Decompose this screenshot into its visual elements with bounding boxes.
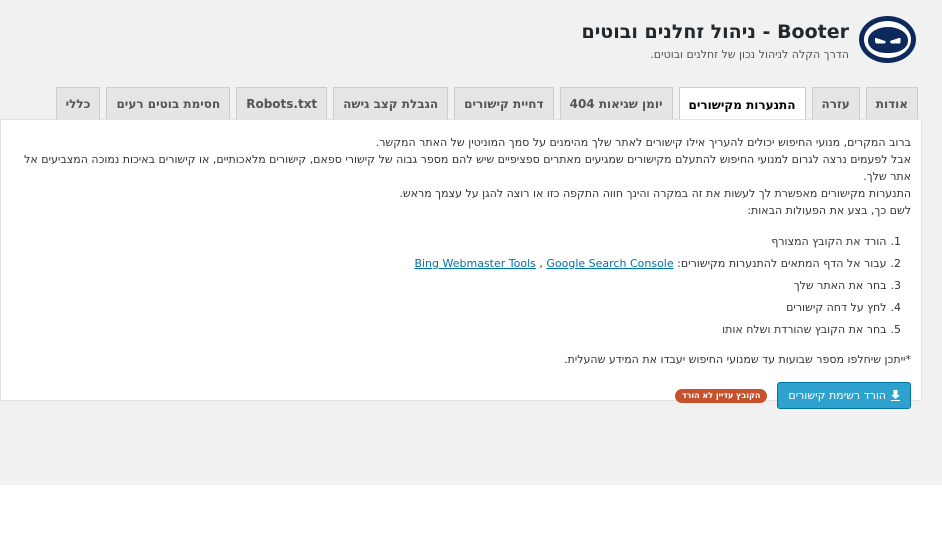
bing-webmaster-link[interactable]: Bing Webmaster Tools	[414, 257, 535, 270]
disavow-panel: ברוב המקרים, מנועי החיפוש יכולים להעריך …	[0, 119, 922, 409]
tab-bar: כללי חסימת בוטים רעים Robots.txt הגבלת ק…	[55, 87, 918, 121]
download-links-button[interactable]: הורד רשימת קישורים	[777, 382, 911, 409]
tab-reject-links[interactable]: דחיית קישורים	[454, 87, 554, 120]
list-item: 1.הורד את הקובץ המצורף	[11, 231, 901, 253]
step-number: 5.	[890, 323, 902, 336]
download-icon	[891, 390, 900, 401]
step-number: 2.	[890, 257, 902, 270]
step-number: 4.	[890, 301, 902, 314]
steps-list: 1.הורד את הקובץ המצורף 2.עבור אל הדף המת…	[11, 231, 911, 341]
list-item: 3.בחר את האתר שלך	[11, 275, 901, 297]
intro-line: ברוב המקרים, מנועי החיפוש יכולים להעריך …	[375, 136, 911, 149]
intro-text: ברוב המקרים, מנועי החיפוש יכולים להעריך …	[11, 134, 911, 219]
step-text: לחץ על דחה קישורים	[786, 301, 887, 314]
step-text: בחר את הקובץ שהורדת ושלח אותו	[722, 323, 887, 336]
page-title: Booter - ניהול זחלנים ובוטים	[581, 21, 849, 43]
list-item: 4.לחץ על דחה קישורים	[11, 297, 901, 319]
tab-block-bad-bots[interactable]: חסימת בוטים רעים	[106, 87, 231, 120]
step-number: 1.	[890, 235, 902, 248]
status-badge: הקובץ עדיין לא הורד	[674, 388, 768, 403]
tab-404-log[interactable]: יומן שגיאות 404	[559, 87, 673, 120]
intro-line: התנערות מקישורים מאפשרת לך לעשות את זה ב…	[399, 187, 911, 200]
tab-rate-limit[interactable]: הגבלת קצב גישה	[333, 87, 449, 120]
download-button-label: הורד רשימת קישורים	[788, 389, 886, 402]
tab-about[interactable]: אודות	[865, 87, 918, 120]
page-subtitle: הדרך הקלה לניהול נכון של זחלנים ובוטים.	[650, 48, 849, 61]
step-text: הורד את הקובץ המצורף	[771, 235, 887, 248]
tab-general[interactable]: כללי	[55, 87, 101, 120]
list-item: 2.עבור אל הדף המתאים להתנערות מקישורים: …	[11, 253, 901, 275]
tab-robots-txt[interactable]: Robots.txt	[236, 87, 328, 120]
link-separator: ,	[539, 257, 543, 270]
step-text: עבור אל הדף המתאים להתנערות מקישורים:	[677, 257, 887, 270]
step-number: 3.	[890, 279, 902, 292]
list-item: 5.בחר את הקובץ שהורדת ושלח אותו	[11, 319, 901, 341]
google-search-console-link[interactable]: Google Search Console	[546, 257, 673, 270]
title-block: Booter - ניהול זחלנים ובוטים הדרך הקלה ל…	[581, 16, 849, 61]
tab-disavow-links[interactable]: התנערות מקישורים	[678, 87, 806, 121]
page-header: Booter - ניהול זחלנים ובוטים הדרך הקלה ל…	[581, 16, 916, 63]
booter-logo-icon	[859, 16, 916, 63]
note-text: *ייתכן שיחלפו מספר שבועות עד שמנועי החיפ…	[564, 353, 911, 366]
actions-row: הורד רשימת קישורים הקובץ עדיין לא הורד	[11, 382, 911, 409]
intro-line: אבל לפעמים נרצה לגרום למנועי החיפוש להתע…	[24, 153, 911, 183]
intro-line: לשם כך, בצע את הפעולות הבאות:	[747, 204, 911, 217]
tab-help[interactable]: עזרה	[811, 87, 860, 120]
step-text: בחר את האתר שלך	[793, 279, 887, 292]
